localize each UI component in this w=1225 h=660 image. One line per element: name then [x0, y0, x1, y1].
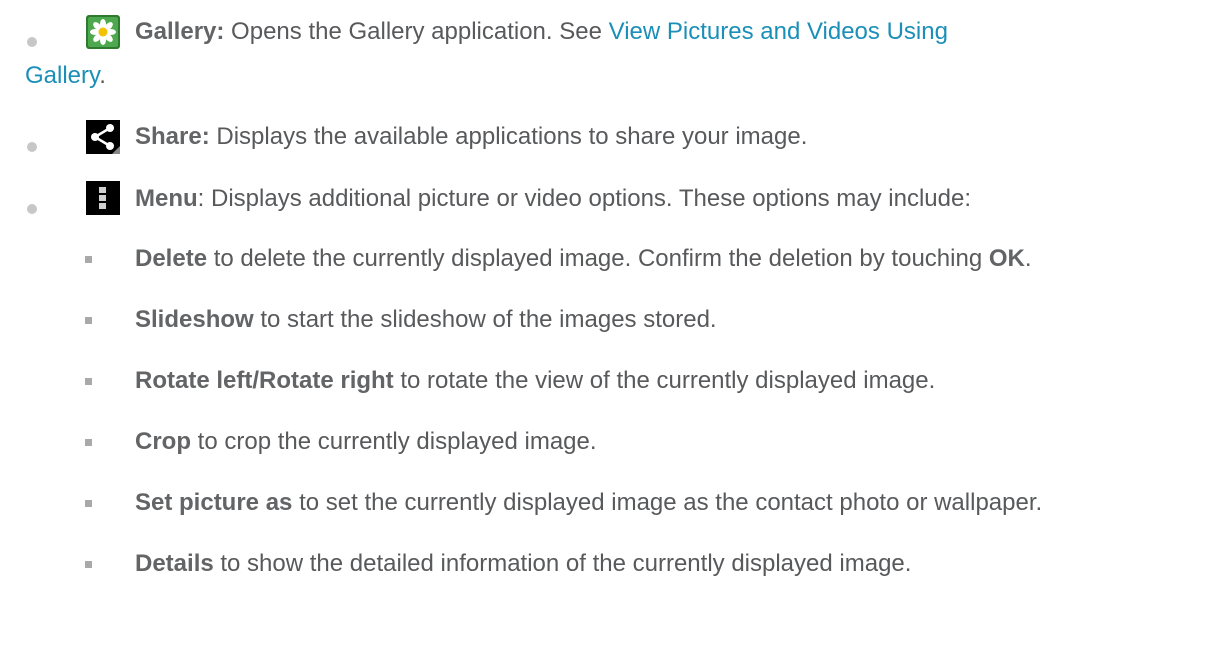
gallery-description: Gallery: Opens the Gallery application. …: [135, 17, 948, 47]
share-description: Share: Displays the available applicatio…: [135, 122, 807, 152]
sub-item-delete: Delete to delete the currently displayed…: [0, 244, 1225, 274]
sub-item-description: to show the detailed information of the …: [213, 550, 912, 577]
bullet-dot: [27, 142, 37, 152]
gallery-icon[interactable]: [86, 15, 120, 49]
sub-item-description: to delete the currently displayed image.…: [207, 245, 989, 272]
menu-label: Menu: [135, 185, 198, 212]
gallery-link-line1[interactable]: View Pictures and Videos Using: [609, 18, 948, 45]
square-bullet: [85, 317, 92, 324]
gallery-end: .: [99, 62, 106, 89]
share-label: Share:: [135, 123, 210, 150]
sub-item-end: .: [1024, 245, 1032, 272]
sub-item-description: to crop the currently displayed image.: [191, 428, 597, 455]
bullet-dot: [27, 37, 37, 47]
square-bullet: [85, 561, 92, 568]
square-bullet: [85, 500, 92, 507]
sub-item-rotate: Rotate left/Rotate right to rotate the v…: [0, 366, 1225, 396]
square-bullet: [85, 439, 92, 446]
sub-item-description: to rotate the view of the currently disp…: [393, 367, 936, 394]
sub-item-text: Details to show the detailed information…: [135, 549, 911, 579]
sub-item-label: Slideshow: [135, 306, 254, 333]
sub-item-label: Set picture as: [135, 489, 293, 516]
menu-icon[interactable]: [86, 181, 120, 215]
sub-item-label: Rotate left/Rotate right: [135, 367, 394, 394]
ok-label: OK: [988, 245, 1025, 272]
sub-item-set-picture-as: Set picture as to set the currently disp…: [0, 488, 1225, 518]
sub-item-label: Details: [135, 550, 214, 577]
menu-description: Menu: Displays additional picture or vid…: [135, 184, 971, 214]
square-bullet: [85, 256, 92, 263]
square-bullet: [85, 378, 92, 385]
sub-item-text: Slideshow to start the slideshow of the …: [135, 305, 717, 335]
gallery-description-line2: Gallery.: [25, 61, 106, 91]
sub-item-label: Crop: [135, 428, 191, 455]
sub-item-label: Delete: [135, 245, 208, 272]
sub-item-slideshow: Slideshow to start the slideshow of the …: [0, 305, 1225, 335]
sub-item-text: Crop to crop the currently displayed ima…: [135, 427, 597, 457]
menu-text: : Displays additional picture or video o…: [197, 185, 971, 212]
sub-item-crop: Crop to crop the currently displayed ima…: [0, 427, 1225, 457]
share-icon[interactable]: [86, 120, 120, 154]
sub-item-details: Details to show the detailed information…: [0, 549, 1225, 579]
sub-item-description: to start the slideshow of the images sto…: [253, 306, 717, 333]
gallery-link-line2[interactable]: Gallery: [25, 62, 99, 89]
sub-item-text: Set picture as to set the currently disp…: [135, 488, 1042, 518]
share-text: Displays the available applications to s…: [209, 123, 808, 150]
gallery-label: Gallery:: [135, 18, 225, 45]
sub-item-text: Rotate left/Rotate right to rotate the v…: [135, 366, 935, 396]
sub-item-text: Delete to delete the currently displayed…: [135, 244, 1032, 274]
sub-item-description: to set the currently displayed image as …: [292, 489, 1043, 516]
bullet-dot: [27, 204, 37, 214]
gallery-text: Opens the Gallery application. See: [224, 18, 609, 45]
